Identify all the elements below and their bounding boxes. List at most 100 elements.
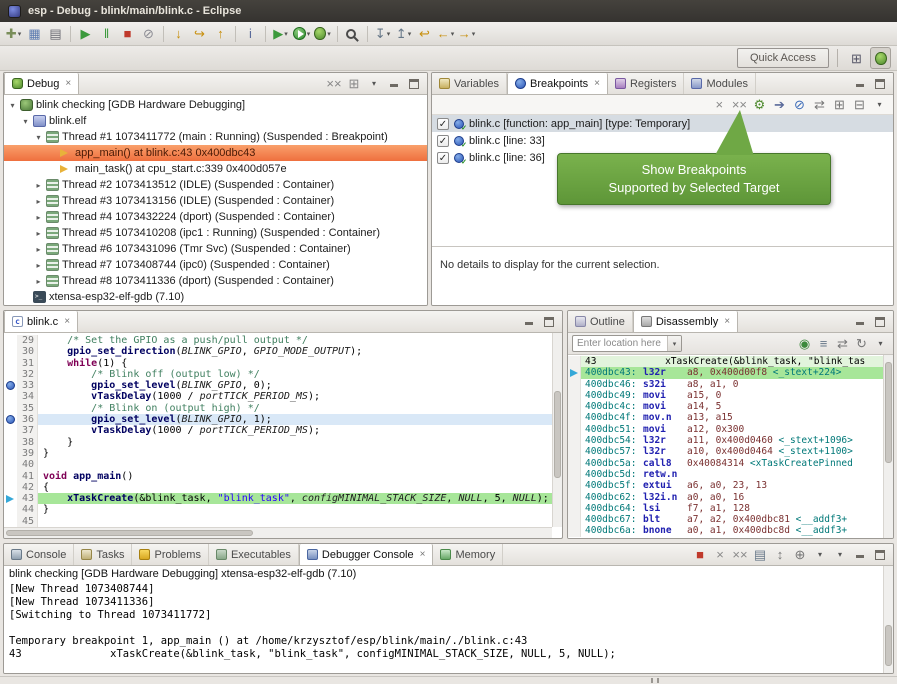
tab-variables[interactable]: Variables [432, 73, 507, 94]
maximize-icon[interactable] [540, 313, 558, 331]
editor-line[interactable]: 43 xTaskCreate(&blink_task, "blink_task"… [4, 493, 552, 504]
resume-icon[interactable]: ▶ [75, 23, 96, 45]
view-layout-icon[interactable]: ⊞ [345, 75, 363, 93]
skip-all-breakpoints-icon[interactable]: ⊘ [791, 96, 808, 113]
suspend-icon[interactable]: ‖ [96, 23, 117, 45]
close-icon[interactable]: × [724, 316, 730, 327]
debug-perspective-icon[interactable] [870, 47, 891, 69]
external-tools-icon[interactable]: ▶▾ [270, 23, 291, 45]
last-edit-location-icon[interactable]: ↩ [414, 23, 435, 45]
disassembly-row[interactable]: 400dbc67:blta7, a2, 0x400dbc81 <__addf3+ [568, 514, 883, 525]
remove-all-breakpoints-icon[interactable]: ×× [731, 96, 748, 113]
open-perspective-icon[interactable]: ⊞ [846, 47, 867, 69]
editor-horizontal-scrollbar[interactable] [4, 527, 552, 538]
disassembly-row[interactable]: 43 xTaskCreate(&blink_task, "blink_tas [568, 356, 883, 367]
tab-disassembly[interactable]: Disassembly× [633, 311, 738, 332]
terminate-console-icon[interactable]: ■ [691, 546, 709, 564]
dropdown-chevron-icon[interactable]: ▾ [284, 30, 288, 38]
maximize-icon[interactable] [871, 546, 889, 564]
disassembly-row[interactable]: 400dbc5a:call80x40084314 <xTaskCreatePin… [568, 458, 883, 469]
tab-breakpoints[interactable]: Breakpoints× [507, 73, 608, 94]
disconnect-icon[interactable]: ⊘ [138, 23, 159, 45]
tab-outline[interactable]: Outline [568, 311, 633, 332]
minimize-icon[interactable] [851, 75, 869, 93]
quick-access-button[interactable]: Quick Access [737, 48, 829, 68]
disassembly-view-menu-icon[interactable]: ▾ [872, 335, 889, 352]
minimize-icon[interactable] [520, 313, 538, 331]
back-icon[interactable]: ←▾ [435, 23, 456, 45]
breakpoint-row[interactable]: ✓blink.c [line: 33] [432, 132, 893, 149]
print-icon[interactable]: ▤ [45, 23, 66, 45]
tab-blink-c[interactable]: blink.c× [4, 311, 78, 332]
editor-vertical-scrollbar[interactable] [552, 333, 562, 527]
expand-arrow-icon[interactable]: ▸ [34, 197, 43, 206]
scrollbar-thumb[interactable] [554, 391, 561, 478]
disassembly-row[interactable]: 400dbc51:movia12, 0x300 [568, 424, 883, 435]
disassembly-scrollbar[interactable] [883, 355, 893, 538]
new-wizard-icon[interactable]: ✚▾ [3, 23, 24, 45]
disassembly-row[interactable]: 400dbc54:l32ra11, 0x400d0460 <_stext+109… [568, 435, 883, 446]
disassembly-row[interactable]: 400dbc49:movia15, 0 [568, 390, 883, 401]
close-icon[interactable]: × [594, 78, 600, 89]
debug-tree-item[interactable]: ▾Thread #1 1073411772 (main : Running) (… [4, 129, 427, 145]
maximize-icon[interactable] [405, 75, 423, 93]
debug-tree-item[interactable]: ▸Thread #3 1073413156 (IDLE) (Suspended … [4, 193, 427, 209]
disassembly-row[interactable]: 400dbc62:l32i.na0, a0, 16 [568, 492, 883, 503]
dropdown-chevron-icon[interactable]: ▾ [327, 30, 331, 38]
scrollbar-thumb[interactable] [6, 530, 253, 536]
location-combo[interactable]: Enter location here ▾ [572, 335, 682, 352]
dropdown-chevron-icon[interactable]: ▾ [387, 30, 391, 38]
dropdown-chevron-icon[interactable]: ▾ [472, 30, 476, 38]
disassembly-row[interactable]: 400dbc4f:mov.na13, a15 [568, 412, 883, 423]
editor-line[interactable]: 35 /* Blink on (output high) */ [4, 403, 552, 414]
collapse-arrow-icon[interactable]: ▾ [21, 117, 30, 126]
disassembly-row[interactable]: 400dbc6a:bnonea0, a1, 0x400dbc8d <__addf… [568, 525, 883, 536]
editor-line[interactable]: 34 vTaskDelay(1000 / portTICK_PERIOD_MS)… [4, 391, 552, 402]
tab-registers[interactable]: Registers [608, 73, 684, 94]
editor-line[interactable]: 32 /* Blink off (output low) */ [4, 369, 552, 380]
tab-console[interactable]: Console [4, 544, 74, 565]
console-output[interactable]: [New Thread 1073408744][New Thread 10734… [4, 582, 883, 673]
debug-tree-item[interactable]: ▸Thread #4 1073432224 (dport) (Suspended… [4, 209, 427, 225]
tab-debug[interactable]: Debug× [4, 73, 79, 94]
link-with-debug-view-icon[interactable]: ⇄ [811, 96, 828, 113]
debug-tree-item[interactable]: ▾blink.elf [4, 113, 427, 129]
goto-breakpoint-file-icon[interactable]: ➔ [771, 96, 788, 113]
expand-arrow-icon[interactable]: ▸ [34, 229, 43, 238]
breakpoint-checkbox[interactable]: ✓ [437, 152, 449, 164]
debug-tree-item[interactable]: xtensa-esp32-elf-gdb (7.10) [4, 289, 427, 305]
debug-tree-item[interactable]: ▾blink checking [GDB Hardware Debugging] [4, 97, 427, 113]
open-console-menu-icon[interactable]: ▾ [831, 546, 849, 564]
expand-arrow-icon[interactable]: ▸ [34, 245, 43, 254]
debug-tree-item[interactable]: app_main() at blink.c:43 0x400dbc43 [4, 145, 427, 161]
editor-line[interactable]: 29 /* Set the GPIO as a push/pull output… [4, 335, 552, 346]
step-into-icon[interactable]: ↓ [168, 23, 189, 45]
collapse-arrow-icon[interactable]: ▾ [34, 133, 43, 142]
tab-tasks[interactable]: Tasks [74, 544, 132, 565]
instruction-stepping-icon[interactable]: i [240, 23, 261, 45]
sync-selection-icon[interactable]: ⇄ [834, 335, 851, 352]
debug-tree-item[interactable]: ▸Thread #5 1073410208 (ipc1 : Running) (… [4, 225, 427, 241]
dropdown-chevron-icon[interactable]: ▾ [18, 30, 22, 38]
save-icon[interactable]: ▦ [24, 23, 45, 45]
debug-view-menu-icon[interactable]: ▾ [365, 75, 383, 93]
scrollbar-thumb[interactable] [885, 625, 892, 666]
expand-arrow-icon[interactable]: ▸ [34, 181, 43, 190]
expand-arrow-icon[interactable]: ▸ [34, 261, 43, 270]
breakpoint-checkbox[interactable]: ✓ [437, 118, 449, 130]
disassembly-row[interactable]: 400dbc57:l32ra10, 0x400d0464 <_stext+110… [568, 446, 883, 457]
search-icon[interactable] [342, 23, 363, 45]
console-scrollbar[interactable] [883, 566, 893, 673]
debug-icon[interactable]: ▾ [312, 23, 333, 45]
editor-line[interactable]: 31 while(1) { [4, 358, 552, 369]
remove-launch-icon[interactable]: × [711, 546, 729, 564]
scrollbar-thumb[interactable] [885, 362, 892, 463]
remove-all-terminated-icon[interactable]: ×× [325, 75, 343, 93]
location-combo-text[interactable]: Enter location here [573, 338, 667, 349]
forward-icon[interactable]: →▾ [456, 23, 477, 45]
debug-tree-item[interactable]: ▸Thread #7 1073408744 (ipc0) (Suspended … [4, 257, 427, 273]
editor-line[interactable]: 41void app_main() [4, 471, 552, 482]
minimize-icon[interactable] [851, 546, 869, 564]
collapse-all-icon[interactable]: ⊟ [851, 96, 868, 113]
combo-dropdown-icon[interactable]: ▾ [667, 336, 681, 351]
